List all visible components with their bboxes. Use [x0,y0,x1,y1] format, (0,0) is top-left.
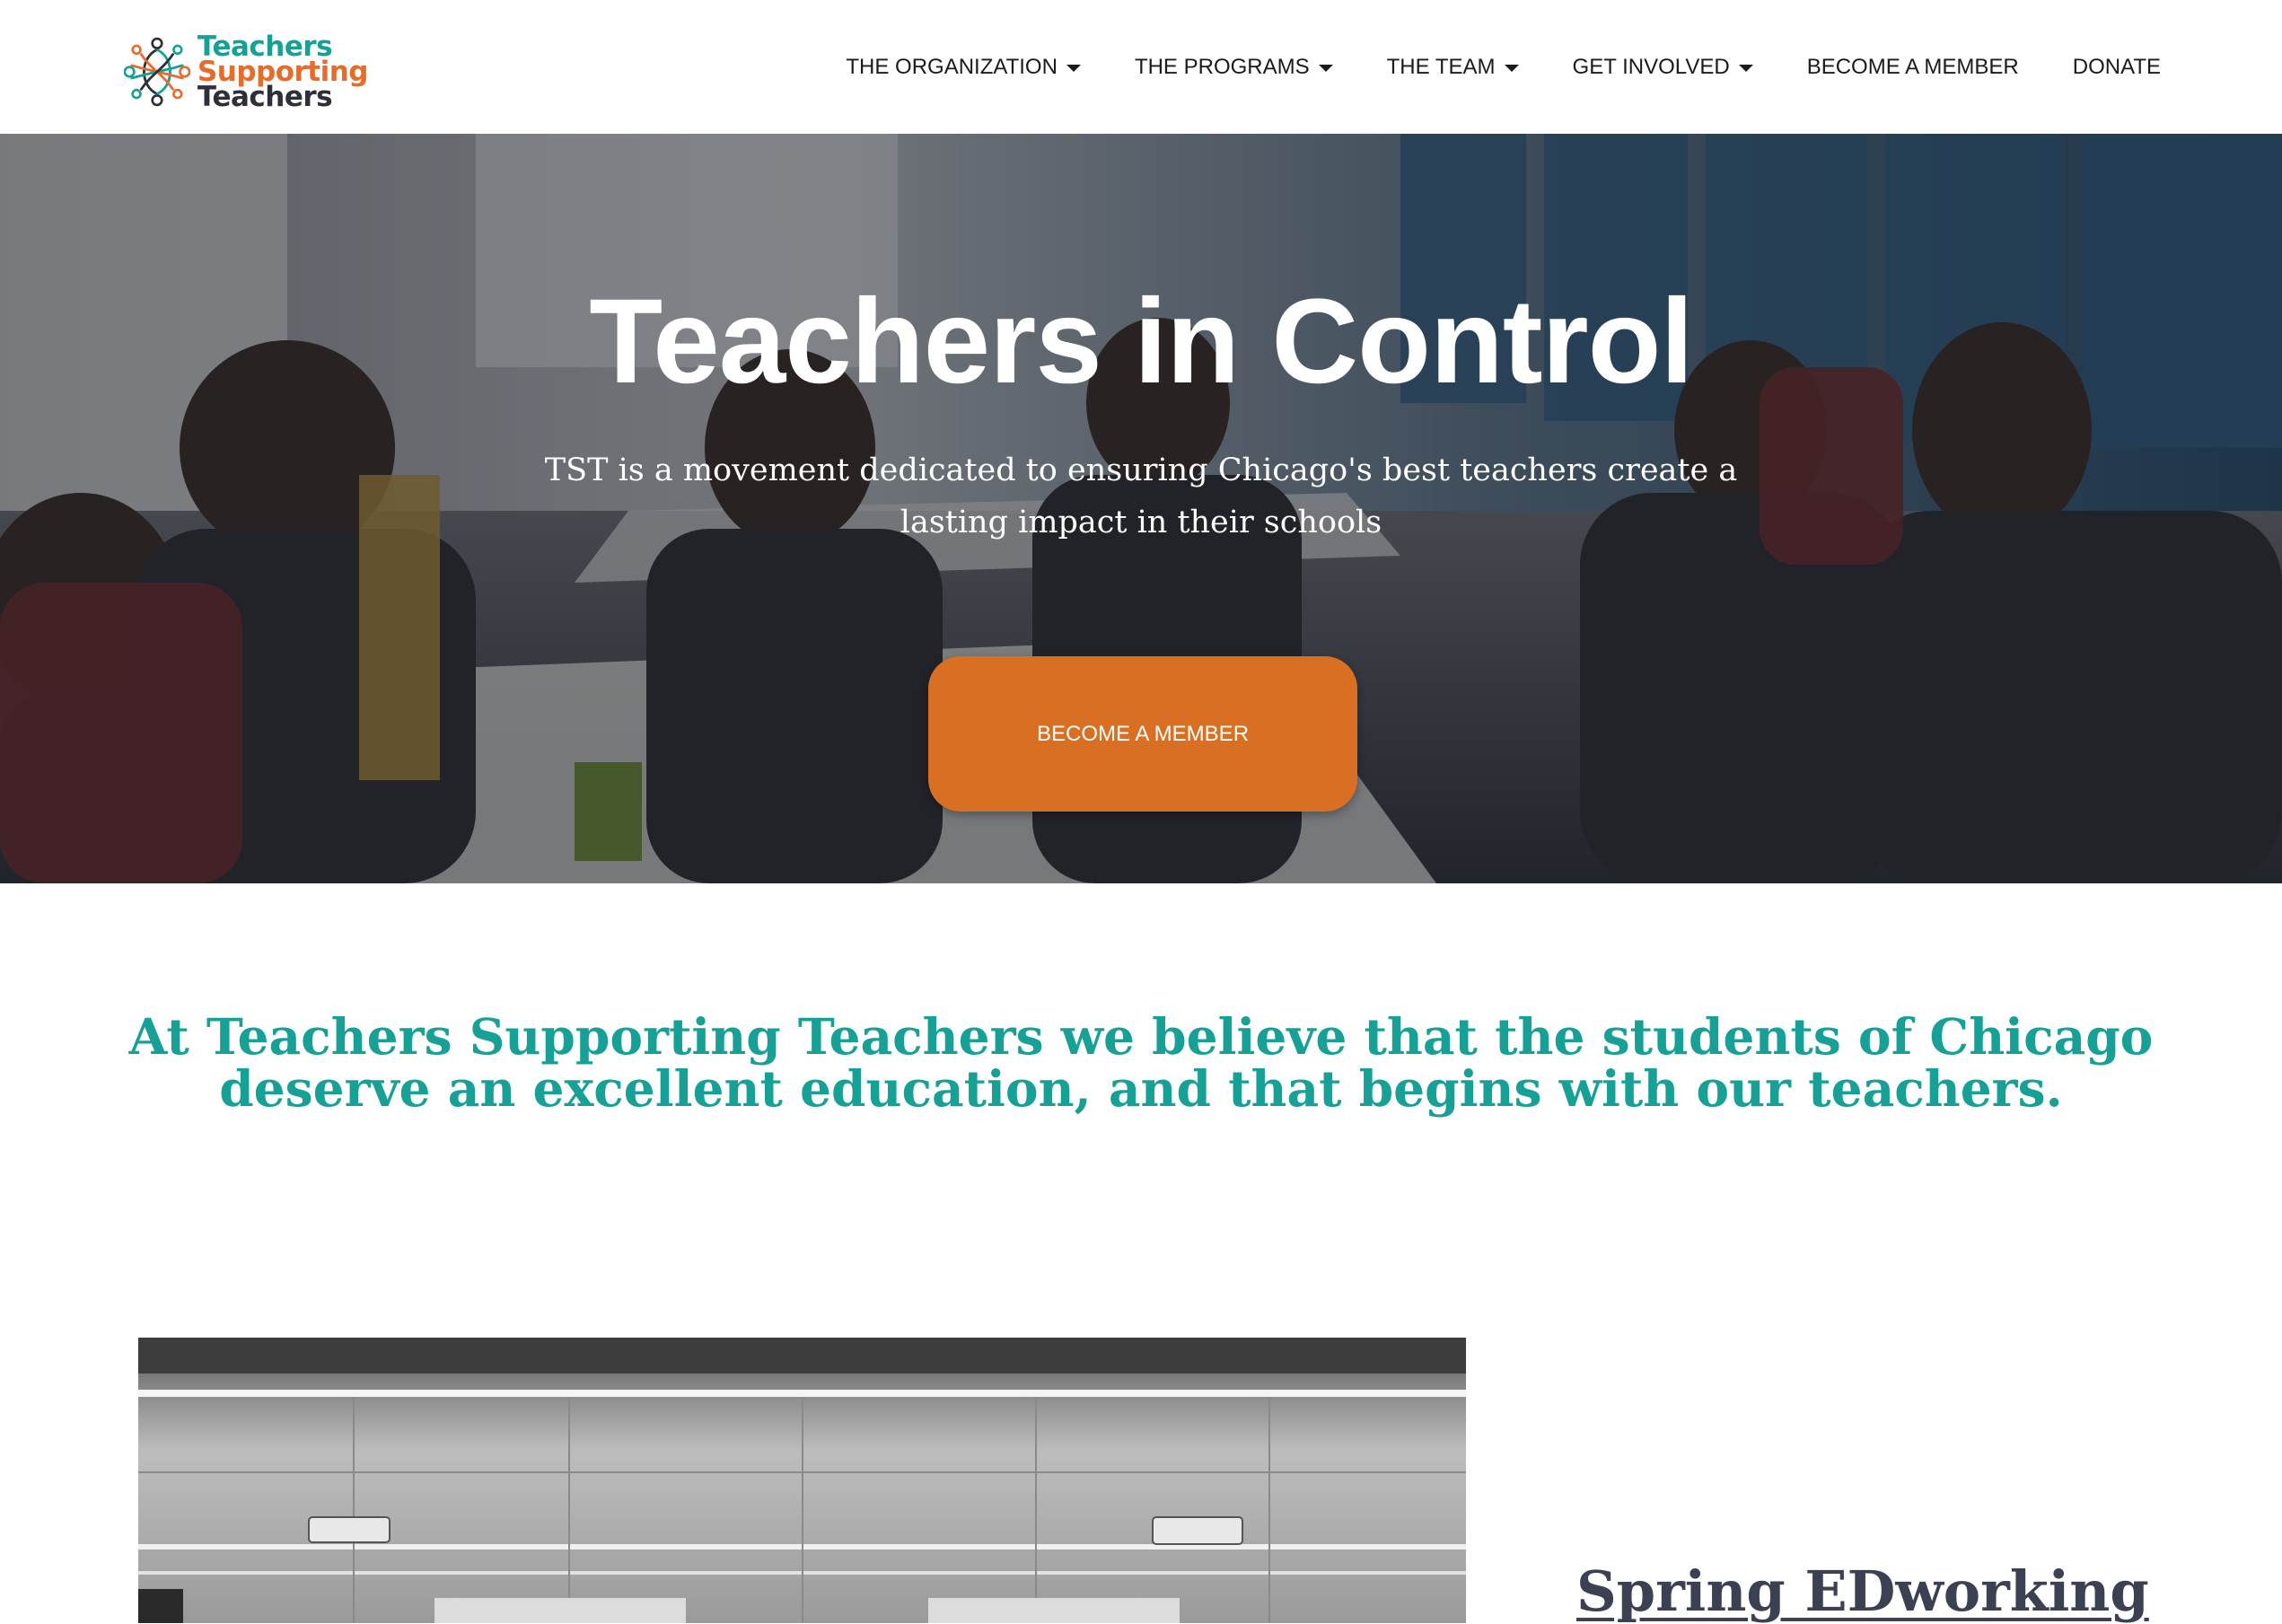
main-nav: THE ORGANIZATION THE PROGRAMS THE TEAM G… [792,0,2161,134]
network-people-logo-icon [124,37,190,107]
mission-statement: At Teachers Supporting Teachers we belie… [128,1007,2154,1118]
nav-item-label: DONATE [2072,54,2161,79]
site-logo[interactable]: Teachers Supporting Teachers [124,29,369,115]
event-photo [138,1338,1466,1623]
hero-title: Teachers in Control [589,275,1693,408]
hero-subtitle: TST is a movement dedicated to ensuring … [544,452,1738,540]
event-room-photo [138,1338,1466,1623]
nav-item-label: BECOME A MEMBER [1806,54,2019,79]
hero-section: Teachers in Control TST is a movement de… [0,134,2282,883]
nav-item-label: THE ORGANIZATION [846,54,1058,79]
logo-line-3: Teachers [197,81,333,113]
nav-item-team[interactable]: THE TEAM [1387,55,1519,80]
nav-item-label: GET INVOLVED [1572,54,1730,79]
site-header: Teachers Supporting Teachers THE ORGANIZ… [0,0,2282,134]
event-title-link[interactable]: Spring EDworking [1576,1558,2149,1624]
nav-item-organization[interactable]: THE ORGANIZATION [846,55,1081,80]
caret-down-icon [1318,65,1333,72]
caret-down-icon [1066,65,1081,72]
nav-item-donate[interactable]: DONATE [2073,55,2161,80]
logo-wordmark: Teachers Supporting Teachers [197,33,369,113]
nav-item-label: THE TEAM [1386,54,1496,79]
caret-down-icon [1504,65,1519,72]
caret-down-icon [1738,65,1753,72]
nav-item-become-member[interactable]: BECOME A MEMBER [1807,55,2019,80]
nav-item-programs[interactable]: THE PROGRAMS [1135,55,1333,80]
become-member-button[interactable]: BECOME A MEMBER [928,656,1357,812]
nav-item-label: THE PROGRAMS [1134,54,1310,79]
nav-item-get-involved[interactable]: GET INVOLVED [1573,55,1753,80]
